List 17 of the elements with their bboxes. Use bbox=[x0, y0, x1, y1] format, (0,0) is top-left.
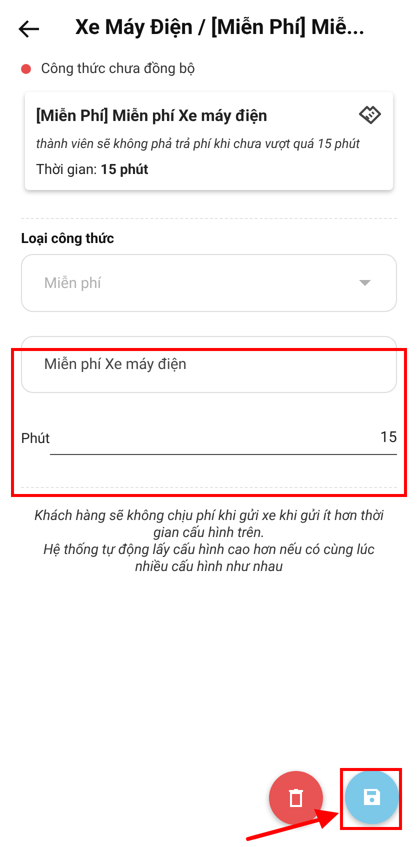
handshake-icon bbox=[358, 104, 382, 126]
trash-icon bbox=[289, 789, 303, 807]
delete-button[interactable] bbox=[269, 771, 323, 825]
status-text: Công thức chưa đồng bộ bbox=[41, 60, 195, 78]
highlight-box bbox=[340, 768, 402, 830]
name-field[interactable]: Miễn phí Xe máy điện bbox=[21, 336, 397, 393]
field-label: Loại công thức bbox=[21, 230, 116, 249]
info-note: Khách hàng sẽ không chịu phí khi gửi xe khi gửi ít hơn thời gian cấu hình trên. bbox=[33, 508, 385, 542]
minutes-label: Phút bbox=[21, 430, 50, 448]
minutes-field[interactable]: 15 bbox=[50, 426, 397, 454]
card-duration: Thời gian: 15 phút bbox=[36, 161, 150, 180]
screen-title: Xe Máy Điện / [Miễn Phí] Miễ... bbox=[75, 15, 365, 42]
info-note: Hệ thống tự động lấy cấu hình cao hơn nếu có cùng lúc nhiều cấu hình như nhau bbox=[42, 542, 376, 576]
dropdown-caret-icon bbox=[359, 280, 371, 286]
card-description: thành viên sẽ không phả trả phí khi chưa vượt quá 15 phút bbox=[36, 136, 361, 153]
back-icon[interactable] bbox=[18, 20, 40, 38]
card-title: [Miễn Phí] Miễn phí Xe máy điện bbox=[36, 105, 268, 127]
